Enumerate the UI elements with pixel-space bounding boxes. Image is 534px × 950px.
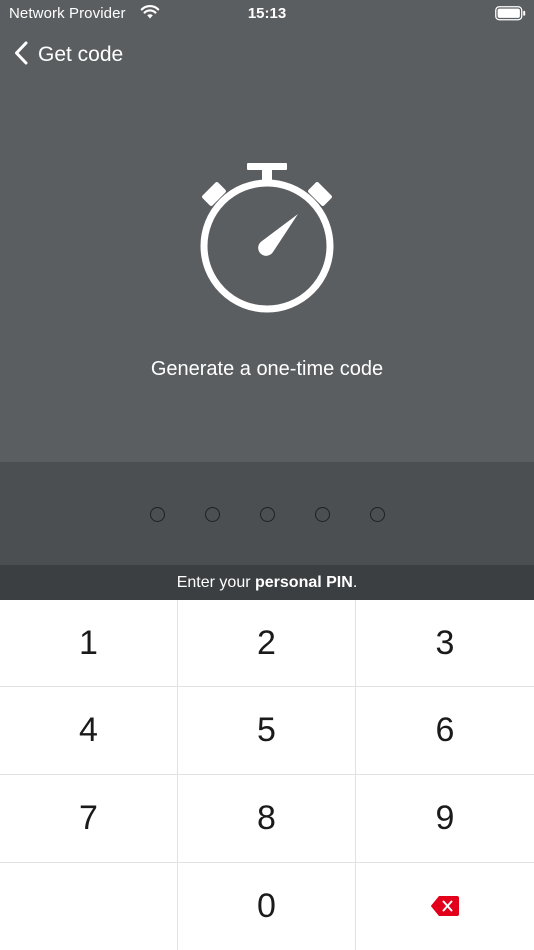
page-title: Generate a one-time code xyxy=(150,358,384,380)
pin-dot xyxy=(149,507,165,522)
key-7[interactable]: 7 xyxy=(0,775,178,863)
key-empty xyxy=(0,863,178,950)
key-5[interactable]: 5 xyxy=(178,687,356,775)
pin-dot xyxy=(369,507,385,522)
key-2[interactable]: 2 xyxy=(178,600,356,687)
key-9[interactable]: 9 xyxy=(356,775,534,863)
pin-hint-suffix: . xyxy=(352,573,358,591)
pin-dots xyxy=(0,507,534,522)
numeric-keypad: 1 2 3 4 5 6 7 8 9 0 xyxy=(0,600,534,950)
status-bar: Network Provider 15:13 xyxy=(0,0,534,28)
pin-hint-bold: personal PIN xyxy=(255,573,353,591)
pin-entry-area xyxy=(0,462,534,565)
back-title: Get code xyxy=(38,43,124,66)
key-1[interactable]: 1 xyxy=(0,600,178,687)
battery-icon xyxy=(495,6,526,26)
key-4[interactable]: 4 xyxy=(0,687,178,775)
backspace-icon xyxy=(430,887,460,926)
navigation-bar: Get code xyxy=(0,36,534,74)
pin-hint: Enter your personal PIN. xyxy=(0,565,534,600)
pin-dot xyxy=(204,507,220,522)
key-3[interactable]: 3 xyxy=(356,600,534,687)
chevron-left-icon xyxy=(14,41,28,70)
header-area: Network Provider 15:13 Get code Generate… xyxy=(0,0,534,462)
delete-button[interactable] xyxy=(356,863,534,950)
stopwatch-icon xyxy=(195,160,339,319)
key-6[interactable]: 6 xyxy=(356,687,534,775)
pin-dot xyxy=(259,507,275,522)
key-8[interactable]: 8 xyxy=(178,775,356,863)
pin-dot xyxy=(314,507,330,522)
status-time: 15:13 xyxy=(247,5,287,22)
key-0[interactable]: 0 xyxy=(178,863,356,950)
pin-hint-prefix: Enter your xyxy=(176,573,255,591)
back-button[interactable]: Get code xyxy=(14,36,123,74)
